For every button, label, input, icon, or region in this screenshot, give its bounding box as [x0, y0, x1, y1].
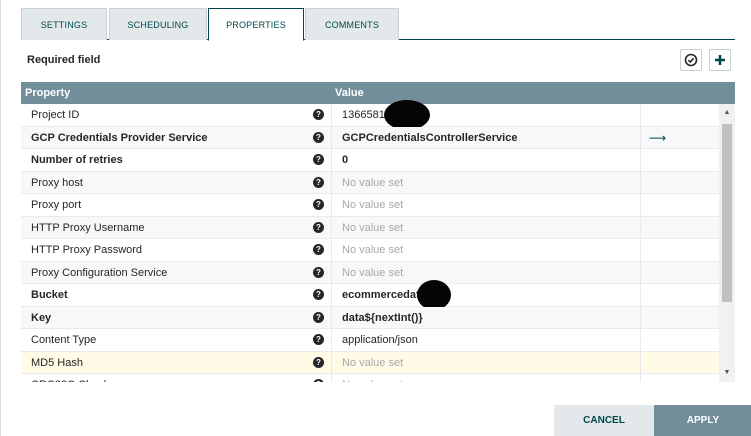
property-value-cell[interactable]: 0 [331, 149, 641, 171]
verify-properties-button[interactable] [680, 49, 702, 71]
property-name: Key [31, 311, 52, 324]
dialog-footer: CANCEL APPLY [1, 405, 751, 436]
check-circle-icon [684, 53, 698, 67]
property-name: Proxy Configuration Service [31, 266, 168, 279]
tab-settings[interactable]: SETTINGS [21, 8, 107, 40]
add-property-button[interactable] [709, 49, 731, 71]
question-circle-icon[interactable]: ? [313, 289, 324, 300]
question-circle-icon[interactable]: ? [313, 109, 324, 120]
required-field-label: Required field [27, 54, 101, 66]
property-value: 0 [342, 154, 349, 166]
question-circle-icon[interactable]: ? [313, 311, 324, 323]
plus-icon [715, 55, 725, 65]
processor-config-dialog: SETTINGS SCHEDULING PROPERTIES COMMENTS … [0, 0, 751, 436]
property-name: HTTP Proxy Username [31, 221, 145, 234]
table-row[interactable]: MD5 Hash? No value set [21, 351, 719, 374]
question-circle-icon[interactable]: ? [313, 266, 324, 278]
column-header-value: Value [335, 87, 364, 99]
table-row[interactable]: Content Type? application/json [21, 329, 719, 352]
property-value-cell[interactable]: No value set [331, 194, 641, 216]
scroll-down-icon[interactable]: ▼ [719, 366, 735, 380]
tab-comments[interactable]: COMMENTS [305, 8, 399, 40]
table-row[interactable]: Proxy host? No value set [21, 171, 719, 194]
property-value: GCPCredentialsControllerService [342, 131, 518, 144]
properties-table: Property Value Project ID? 1366581 GCP Cre… [21, 82, 735, 382]
tab-scheduling[interactable]: SCHEDULING [109, 8, 207, 40]
tab-properties[interactable]: PROPERTIES [208, 8, 304, 41]
question-circle-icon[interactable]: ? [313, 131, 324, 143]
question-circle-icon[interactable]: ? [313, 199, 324, 210]
property-value: No value set [342, 176, 404, 189]
tab-bar: SETTINGS SCHEDULING PROPERTIES COMMENTS [21, 8, 735, 41]
property-value-cell[interactable]: No value set [331, 171, 641, 194]
property-value: No value set [342, 266, 404, 279]
property-name: Number of retries [31, 154, 123, 166]
property-value: No value set [342, 374, 403, 382]
property-name: HTTP Proxy Password [31, 244, 143, 256]
property-value: data${nextInt()} [342, 311, 423, 324]
property-value: application/json [342, 334, 418, 346]
property-value: No value set [342, 356, 404, 369]
property-value: ecommercedat [342, 289, 420, 301]
property-value-cell[interactable]: No value set [331, 374, 641, 382]
property-name: Content Type [31, 334, 97, 346]
property-value-cell[interactable]: ecommercedat [331, 284, 641, 306]
table-body: Project ID? 1366581 GCP Credentials Provid… [21, 100, 719, 382]
table-row[interactable]: HTTP Proxy Username? No value set [21, 216, 719, 239]
property-value-cell[interactable]: data${nextInt()} [331, 306, 641, 329]
property-value-cell[interactable]: No value set [331, 261, 641, 284]
property-name: Proxy host [31, 176, 83, 189]
redaction-mark [384, 100, 430, 130]
scrollbar-thumb[interactable] [722, 124, 732, 302]
property-value: No value set [342, 244, 404, 256]
table-row[interactable]: Bucket? ecommercedat [21, 280, 719, 310]
question-circle-icon[interactable]: ? [313, 244, 324, 255]
property-name: GCP Credentials Provider Service [31, 131, 208, 144]
property-value: 1366581 [342, 109, 385, 121]
redaction-mark [417, 280, 451, 310]
question-circle-icon[interactable]: ? [313, 356, 324, 368]
table-row[interactable]: CRC32C Checksum? No value set [21, 374, 719, 382]
column-header-property: Property [25, 87, 71, 99]
table-row[interactable]: Key? data${nextInt()} [21, 306, 719, 329]
property-name: Project ID [31, 109, 80, 121]
arrow-right-icon[interactable]: ⟶ [649, 127, 666, 149]
table-row[interactable]: Proxy port? No value set [21, 194, 719, 217]
scroll-up-icon[interactable]: ▲ [719, 106, 735, 120]
question-circle-icon[interactable]: ? [313, 379, 324, 382]
property-value: No value set [342, 221, 404, 234]
vertical-scrollbar[interactable]: ▲ ▼ [719, 104, 735, 382]
property-name: Proxy port [31, 199, 82, 211]
table-row[interactable]: GCP Credentials Provider Service? GCPCred… [21, 126, 719, 149]
property-name: Bucket [31, 289, 68, 301]
question-circle-icon[interactable]: ? [313, 176, 324, 188]
table-header: Property Value [21, 82, 735, 104]
property-name: CRC32C Checksum [31, 374, 130, 382]
table-row[interactable]: HTTP Proxy Password? No value set [21, 239, 719, 262]
question-circle-icon[interactable]: ? [313, 154, 324, 165]
property-value-cell[interactable]: application/json [331, 329, 641, 351]
question-circle-icon[interactable]: ? [313, 221, 324, 233]
table-row[interactable]: Proxy Configuration Service? No value set [21, 261, 719, 284]
property-value: No value set [342, 199, 404, 211]
property-value-cell[interactable]: 1366581 [331, 104, 641, 126]
property-value-cell[interactable]: No value set [331, 216, 641, 239]
table-row[interactable]: Project ID? 1366581 [21, 100, 719, 130]
property-name: MD5 Hash [31, 356, 83, 369]
cancel-button[interactable]: CANCEL [554, 405, 654, 436]
table-row[interactable]: Number of retries? 0 [21, 149, 719, 172]
property-value-cell[interactable]: GCPCredentialsControllerService [331, 126, 641, 149]
question-circle-icon[interactable]: ? [313, 334, 324, 345]
property-value-cell[interactable]: No value set [331, 239, 641, 261]
apply-button[interactable]: APPLY [654, 405, 751, 436]
property-value-cell[interactable]: No value set [331, 351, 641, 374]
